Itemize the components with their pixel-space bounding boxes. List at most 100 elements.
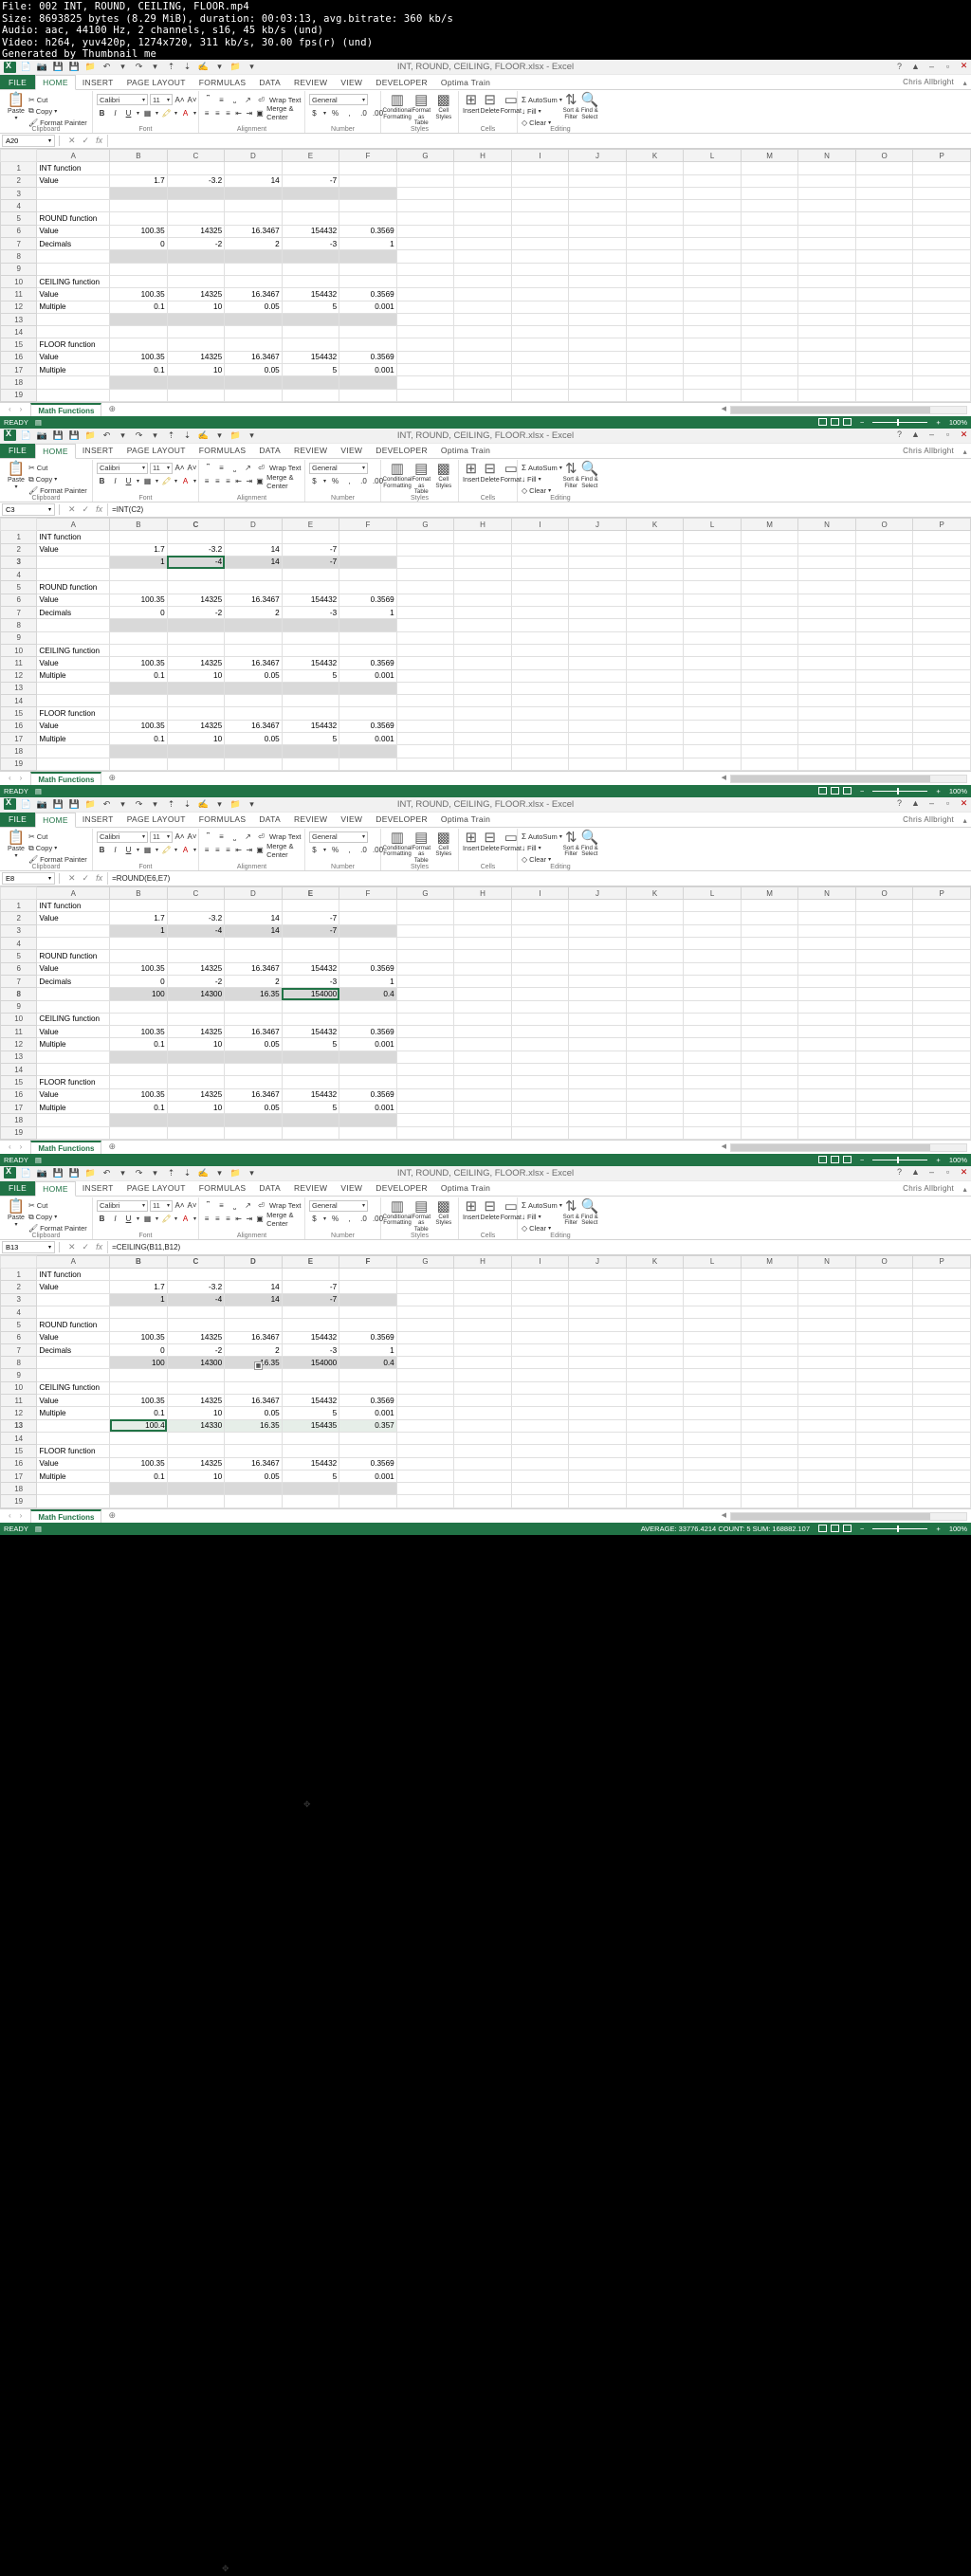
view-mode-icons[interactable]: [818, 787, 852, 795]
cell-A16[interactable]: Value: [36, 1456, 111, 1471]
cell-E5[interactable]: [281, 580, 340, 594]
cell-B5[interactable]: [109, 211, 168, 226]
cell-O11[interactable]: [854, 656, 914, 670]
cell-O16[interactable]: [854, 350, 914, 365]
cell-I1[interactable]: [510, 899, 570, 913]
cell-F16[interactable]: 0.3569: [339, 1087, 397, 1102]
cell-E7[interactable]: -3: [281, 237, 340, 251]
cell-K9[interactable]: [625, 1368, 685, 1382]
align-left-icon[interactable]: ≡: [203, 476, 211, 486]
cell-A7[interactable]: Decimals: [36, 237, 111, 251]
minimize-button[interactable]: –: [926, 62, 937, 71]
cell-G11[interactable]: [395, 1394, 455, 1408]
cell-G16[interactable]: [395, 1456, 455, 1471]
cell-A8[interactable]: [36, 1356, 111, 1370]
row-header-19[interactable]: 19: [0, 1125, 38, 1140]
cell-J3[interactable]: [568, 1292, 627, 1307]
cell-F2[interactable]: [339, 1280, 397, 1294]
qat-button-11[interactable]: ✍: [195, 429, 211, 442]
cell-J9[interactable]: [568, 999, 627, 1014]
cell-M12[interactable]: [740, 1406, 799, 1420]
cell-D4[interactable]: [224, 568, 283, 582]
cell-I11[interactable]: [510, 287, 570, 301]
cell-D3[interactable]: [224, 186, 283, 201]
cell-G12[interactable]: [395, 668, 455, 683]
cell-M17[interactable]: [740, 1469, 799, 1484]
zoom-level[interactable]: 100%: [949, 787, 967, 795]
cell-M5[interactable]: [740, 211, 799, 226]
cell-D13[interactable]: [224, 1050, 283, 1065]
cell-E3[interactable]: -7: [281, 1292, 340, 1307]
row-header-8[interactable]: 8: [0, 1356, 38, 1370]
collapse-ribbon-icon[interactable]: ▴: [963, 1185, 967, 1194]
qat-button-10[interactable]: ⇣: [179, 429, 195, 442]
cell-M11[interactable]: [740, 1025, 799, 1039]
cell-G14[interactable]: [395, 1063, 455, 1077]
cell-H5[interactable]: [453, 949, 512, 963]
cell-A5[interactable]: ROUND function: [36, 211, 111, 226]
cell-A10[interactable]: CEILING function: [36, 274, 111, 289]
cell-K16[interactable]: [625, 350, 685, 365]
cell-F12[interactable]: 0.001: [339, 668, 397, 683]
cell-C7[interactable]: -2: [166, 237, 226, 251]
cell-O19[interactable]: [854, 757, 914, 771]
enter-icon[interactable]: ✓: [82, 1242, 90, 1252]
cell-A17[interactable]: Multiple: [36, 731, 111, 746]
cell-B2[interactable]: 1.7: [109, 174, 168, 188]
find-select-button[interactable]: 🔍 Find & Select: [580, 461, 599, 489]
cell-D6[interactable]: 16.3467: [224, 961, 283, 976]
cell-C4[interactable]: [166, 1305, 226, 1320]
cell-D16[interactable]: 16.3467: [224, 1087, 283, 1102]
add-sheet-button[interactable]: ⊕: [108, 404, 116, 414]
row-header-8[interactable]: 8: [0, 618, 38, 632]
cell-A2[interactable]: Value: [36, 1280, 111, 1294]
row-header-5[interactable]: 5: [0, 1318, 38, 1332]
cell-O3[interactable]: [854, 923, 914, 939]
qat-button-10[interactable]: ⇣: [179, 61, 195, 74]
cell-H17[interactable]: [453, 1469, 512, 1484]
cell-K11[interactable]: [625, 287, 685, 301]
cell-J9[interactable]: [568, 630, 627, 645]
cell-B16[interactable]: 100.35: [109, 350, 168, 365]
cell-B15[interactable]: [109, 706, 168, 721]
cell-I14[interactable]: [510, 1431, 570, 1446]
cell-D6[interactable]: 16.3467: [224, 593, 283, 608]
number-format-select[interactable]: General ▾: [309, 831, 368, 843]
cell-K7[interactable]: [625, 974, 685, 989]
cell-A4[interactable]: [36, 1305, 111, 1320]
row-header-6[interactable]: 6: [0, 1330, 38, 1344]
cell-H3[interactable]: [453, 186, 512, 201]
cell-I9[interactable]: [510, 1368, 570, 1382]
cell-I3[interactable]: [510, 186, 570, 201]
cell-H9[interactable]: [453, 1368, 512, 1382]
cell-O19[interactable]: [854, 1125, 914, 1140]
cell-O11[interactable]: [854, 287, 914, 301]
spreadsheet-grid[interactable]: A B C D E F G H I J K L M N O P 1 INT function 2 Value 1.7 -3…: [0, 1254, 971, 1508]
qat-button-12[interactable]: ▾: [211, 61, 228, 74]
cell-E1[interactable]: [281, 161, 340, 175]
cell-O3[interactable]: [854, 555, 914, 570]
cell-K17[interactable]: [625, 1100, 685, 1115]
cell-P13[interactable]: [912, 1418, 971, 1433]
cell-I18[interactable]: [510, 1482, 570, 1496]
cell-M19[interactable]: [740, 757, 799, 771]
cell-M15[interactable]: [740, 706, 799, 721]
cell-F5[interactable]: [339, 580, 397, 594]
align-center-icon[interactable]: ≡: [213, 476, 221, 486]
column-header-N[interactable]: N: [797, 1254, 856, 1270]
cell-I15[interactable]: [510, 706, 570, 721]
row-header-17[interactable]: 17: [0, 1469, 38, 1484]
minimize-button[interactable]: –: [926, 1167, 937, 1177]
row-header-9[interactable]: 9: [0, 262, 38, 276]
cell-I17[interactable]: [510, 731, 570, 746]
tab-developer[interactable]: DEVELOPER: [369, 75, 434, 89]
cell-F3[interactable]: [339, 186, 397, 201]
cell-L6[interactable]: [683, 593, 742, 608]
column-header-A[interactable]: A: [36, 1254, 111, 1270]
cell-L8[interactable]: [683, 249, 742, 264]
row-header-11[interactable]: 11: [0, 287, 38, 301]
font-color-icon[interactable]: A: [180, 108, 191, 119]
cell-J7[interactable]: [568, 1343, 627, 1358]
cell-B11[interactable]: 100.35: [109, 1025, 168, 1039]
cell-A13[interactable]: [36, 312, 111, 327]
